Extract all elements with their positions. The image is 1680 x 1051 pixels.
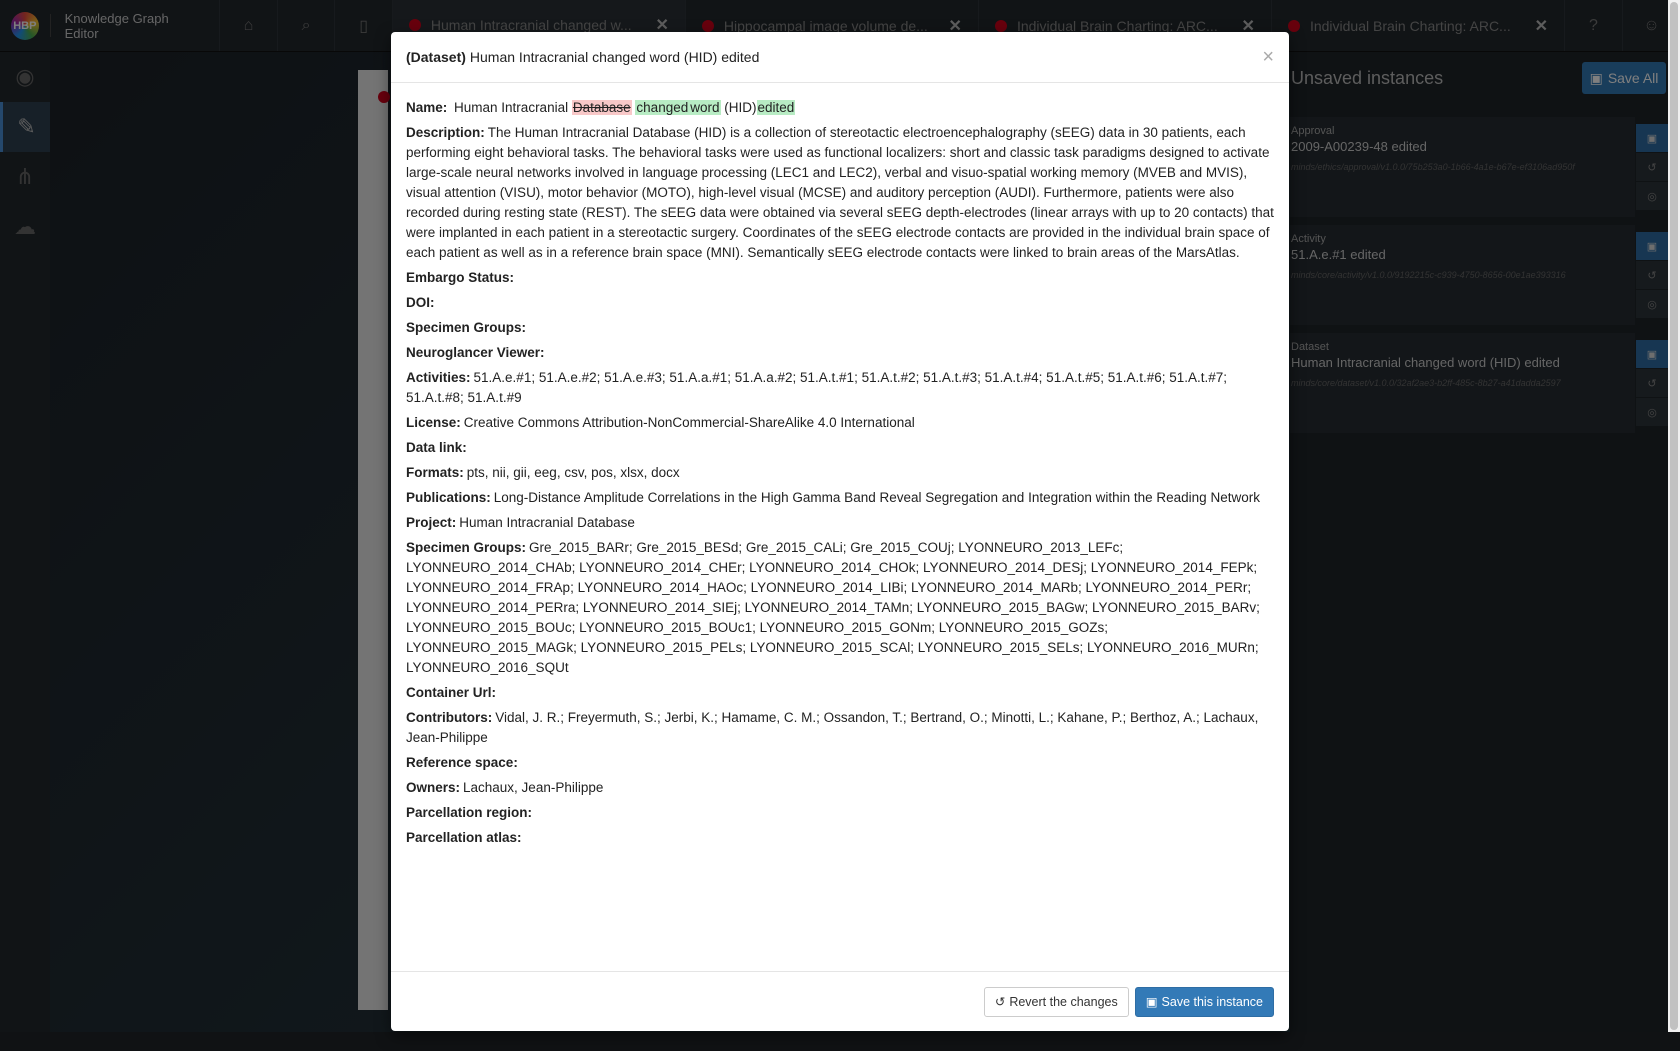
- field-name: Name: Human Intracranial Database change…: [406, 98, 1274, 118]
- field-label: DOI:: [406, 295, 435, 310]
- field-value: pts, nii, gii, eeg, csv, pos, xlsx, docx: [466, 465, 680, 480]
- field-list: Description: The Human Intracranial Datab…: [406, 123, 1274, 848]
- field-label: Formats:: [406, 465, 464, 480]
- field-row: Specimen Groups:: [406, 318, 1274, 338]
- field-label: Owners:: [406, 780, 461, 795]
- field-label: Container Url:: [406, 685, 497, 700]
- field-row: License: Creative Commons Attribution-Non…: [406, 413, 1274, 433]
- field-row: Parcellation region:: [406, 803, 1274, 823]
- field-value: Lachaux, Jean-Philippe: [463, 780, 604, 795]
- name-text: (HID): [724, 100, 757, 115]
- field-value: Creative Commons Attribution-NonCommerci…: [463, 415, 915, 430]
- modal-footer: ↺ Revert the changes ▣ Save this instance: [391, 971, 1289, 1031]
- undo-icon: ↺: [994, 995, 1006, 1009]
- field-row: Owners: Lachaux, Jean-Philippe: [406, 778, 1274, 798]
- field-value: 51.A.e.#1; 51.A.e.#2; 51.A.e.#3; 51.A.a.…: [406, 370, 1228, 405]
- modal-title: Human Intracranial changed word (HID) ed…: [469, 49, 760, 65]
- field-label: Neuroglancer Viewer:: [406, 345, 545, 360]
- revert-button[interactable]: ↺ Revert the changes: [983, 986, 1129, 1017]
- close-icon[interactable]: ×: [1262, 46, 1274, 69]
- field-value: Gre_2015_BARr; Gre_2015_BESd; Gre_2015_C…: [406, 540, 1260, 675]
- field-row: Description: The Human Intracranial Datab…: [406, 123, 1274, 263]
- field-label: Description:: [406, 125, 485, 140]
- field-value: Vidal, J. R.; Freyermuth, S.; Jerbi, K.;…: [406, 710, 1259, 745]
- name-text: Human Intracranial: [454, 100, 569, 115]
- field-row: Parcellation atlas:: [406, 828, 1274, 848]
- field-value: Human Intracranial Database: [459, 515, 635, 530]
- save-label: Save this instance: [1161, 994, 1263, 1009]
- added-text: edited: [756, 100, 796, 115]
- save-icon: ▣: [1145, 995, 1158, 1009]
- field-row: Neuroglancer Viewer:: [406, 343, 1274, 363]
- field-row: Formats: pts, nii, gii, eeg, csv, pos, xl…: [406, 463, 1274, 483]
- field-value: The Human Intracranial Database (HID) is…: [406, 125, 1274, 260]
- bottom-bar: [0, 1032, 1680, 1051]
- field-row: Activities: 51.A.e.#1; 51.A.e.#2; 51.A.e.…: [406, 368, 1274, 408]
- field-row: Container Url:: [406, 683, 1274, 703]
- field-label: Parcellation region:: [406, 805, 533, 820]
- field-row: Data link:: [406, 438, 1274, 458]
- field-row: Project: Human Intracranial Database: [406, 513, 1274, 533]
- field-label: Embargo Status:: [406, 270, 515, 285]
- field-row: Contributors: Vidal, J. R.; Freyermuth, S…: [406, 708, 1274, 748]
- save-instance-button[interactable]: ▣ Save this instance: [1134, 986, 1274, 1017]
- field-label: License:: [406, 415, 461, 430]
- field-row: Embargo Status:: [406, 268, 1274, 288]
- modal-type-label: (Dataset): [406, 49, 466, 65]
- field-label: Project:: [406, 515, 457, 530]
- field-label: Parcellation atlas:: [406, 830, 522, 845]
- instance-diff-modal: (Dataset) Human Intracranial changed wor…: [391, 32, 1289, 1031]
- field-row: Specimen Groups: Gre_2015_BARr; Gre_2015_…: [406, 538, 1274, 678]
- field-label: Specimen Groups:: [406, 320, 527, 335]
- modal-header: (Dataset) Human Intracranial changed wor…: [391, 32, 1289, 83]
- field-label: Contributors:: [406, 710, 493, 725]
- field-label: Publications:: [406, 490, 491, 505]
- modal-body: Name: Human Intracranial Database change…: [391, 83, 1289, 971]
- field-value: Long-Distance Amplitude Correlations in …: [493, 490, 1260, 505]
- field-row: DOI:: [406, 293, 1274, 313]
- field-label: Name:: [406, 100, 448, 115]
- field-row: Publications: Long-Distance Amplitude Cor…: [406, 488, 1274, 508]
- field-label: Specimen Groups:: [406, 540, 527, 555]
- field-label: Activities:: [406, 370, 471, 385]
- field-label: Data link:: [406, 440, 467, 455]
- revert-label: Revert the changes: [1009, 994, 1118, 1009]
- added-text: word: [689, 100, 721, 115]
- scrollbar-thumb[interactable]: [1670, 2, 1678, 1030]
- field-row: Reference space:: [406, 753, 1274, 773]
- removed-text: Database: [571, 100, 632, 115]
- added-text: changed: [635, 100, 690, 115]
- field-label: Reference space:: [406, 755, 518, 770]
